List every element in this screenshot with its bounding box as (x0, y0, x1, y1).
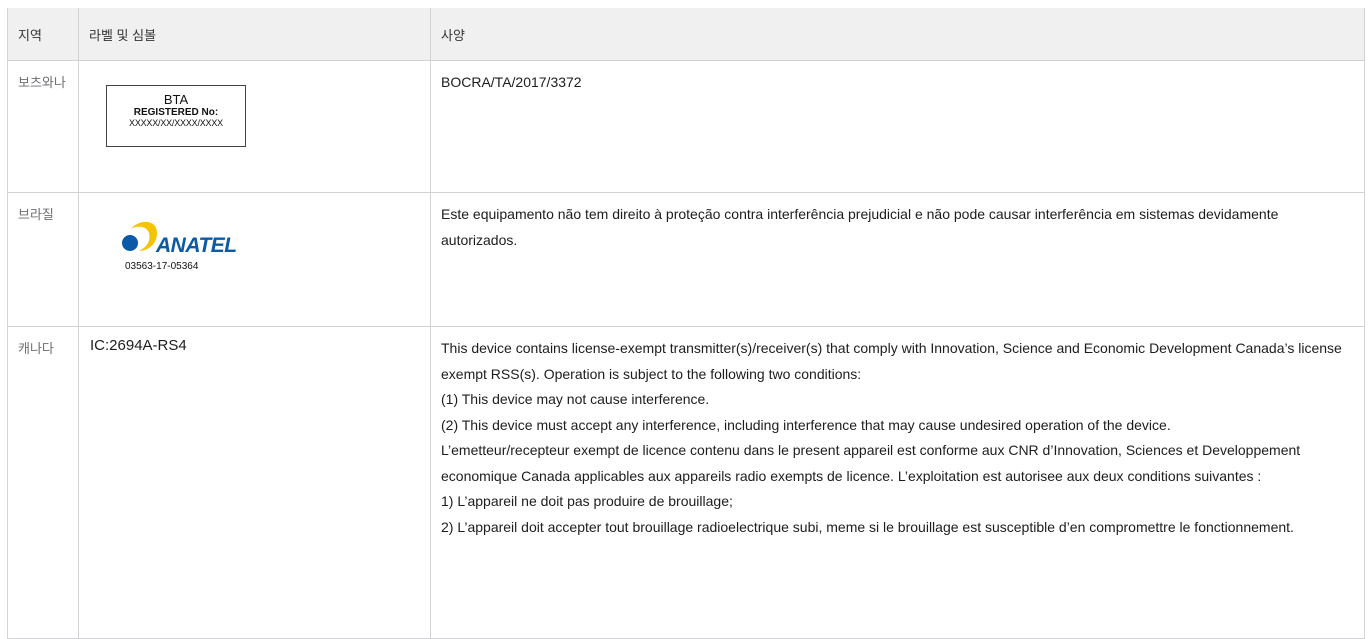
spec-line: L’emetteur/recepteur exempt de licence c… (441, 442, 1301, 484)
header-region: 지역 (7, 8, 79, 61)
label-cell: IC:2694A-RS4 (78, 326, 431, 639)
bta-registered: REGISTERED No: (133, 107, 219, 118)
anatel-logo: ANATEL 03563-17-05364 (117, 217, 257, 275)
spec-line: 2) L’appareil doit accepter tout brouill… (441, 518, 1294, 535)
spec-line: 1) L’appareil ne doit pas produire de br… (441, 493, 733, 509)
table-header-row: 지역 라벨 및 심볼 사양 (7, 8, 1365, 61)
label-cell: ANATEL 03563-17-05364 (78, 192, 431, 327)
spec-cell: This device contains license-exempt tran… (430, 326, 1365, 639)
header-spec: 사양 (430, 8, 1365, 61)
region-cell: 캐나다 (7, 326, 79, 639)
spec-line: BOCRA/TA/2017/3372 (441, 74, 582, 90)
spec-cell: Este equipamento não tem direito à prote… (430, 192, 1365, 327)
bta-title: BTA (163, 92, 189, 107)
anatel-logo-icon (122, 221, 157, 251)
anatel-code: 03563-17-05364 (125, 261, 199, 272)
spec-cell: BOCRA/TA/2017/3372 (430, 60, 1365, 193)
table-row-brazil: 브라질 ANATEL 03563-17-05364 Este equipamen… (7, 192, 1365, 327)
anatel-wordmark: ANATEL (156, 234, 237, 257)
spec-line: Este equipamento não tem direito à prote… (441, 206, 1279, 248)
spec-line: (1) This device may not cause interferen… (441, 391, 710, 407)
bta-label-box: BTA REGISTERED No: XXXXX/XX/XXXX/XXXX (106, 85, 246, 147)
table-row-botswana: 보츠와나 BTA REGISTERED No: XXXXX/XX/XXXX/XX… (7, 60, 1365, 193)
label-cell: BTA REGISTERED No: XXXXX/XX/XXXX/XXXX (78, 60, 431, 193)
header-label: 라벨 및 심볼 (78, 8, 431, 61)
spec-line: This device contains license-exempt tran… (441, 340, 1342, 382)
regulatory-table: 지역 라벨 및 심볼 사양 보츠와나 BTA REGISTERED No: XX… (7, 8, 1365, 639)
region-cell: 브라질 (7, 192, 79, 327)
table-row-canada: 캐나다 IC:2694A-RS4 This device contains li… (7, 326, 1365, 639)
region-cell: 보츠와나 (7, 60, 79, 193)
spec-line: (2) This device must accept any interfer… (441, 416, 1171, 433)
regulatory-table-container: 지역 라벨 및 심볼 사양 보츠와나 BTA REGISTERED No: XX… (7, 8, 1365, 639)
bta-number: XXXXX/XX/XXXX/XXXX (129, 118, 223, 128)
